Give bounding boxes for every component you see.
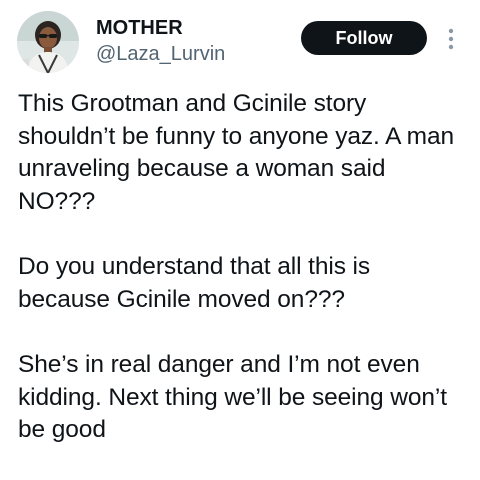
profile-photo-icon [17,11,79,73]
tweet-text: This Grootman and Gcinile story shouldn’… [18,88,468,447]
user-handle[interactable]: @Laza_Lurvin [96,42,225,66]
tweet-paragraph: Do you understand that all this is becau… [18,253,371,313]
tweet-paragraph: This Grootman and Gcinile story shouldn’… [18,90,455,215]
tweet-paragraph: She’s in real danger and I’m not even ki… [18,351,447,443]
avatar[interactable] [17,11,79,73]
more-vertical-icon[interactable] [443,26,459,52]
display-name[interactable]: MOTHER [96,16,183,40]
tweet-card: MOTHER @Laza_Lurvin Follow This Grootman… [0,0,480,480]
follow-button[interactable]: Follow [301,21,427,55]
